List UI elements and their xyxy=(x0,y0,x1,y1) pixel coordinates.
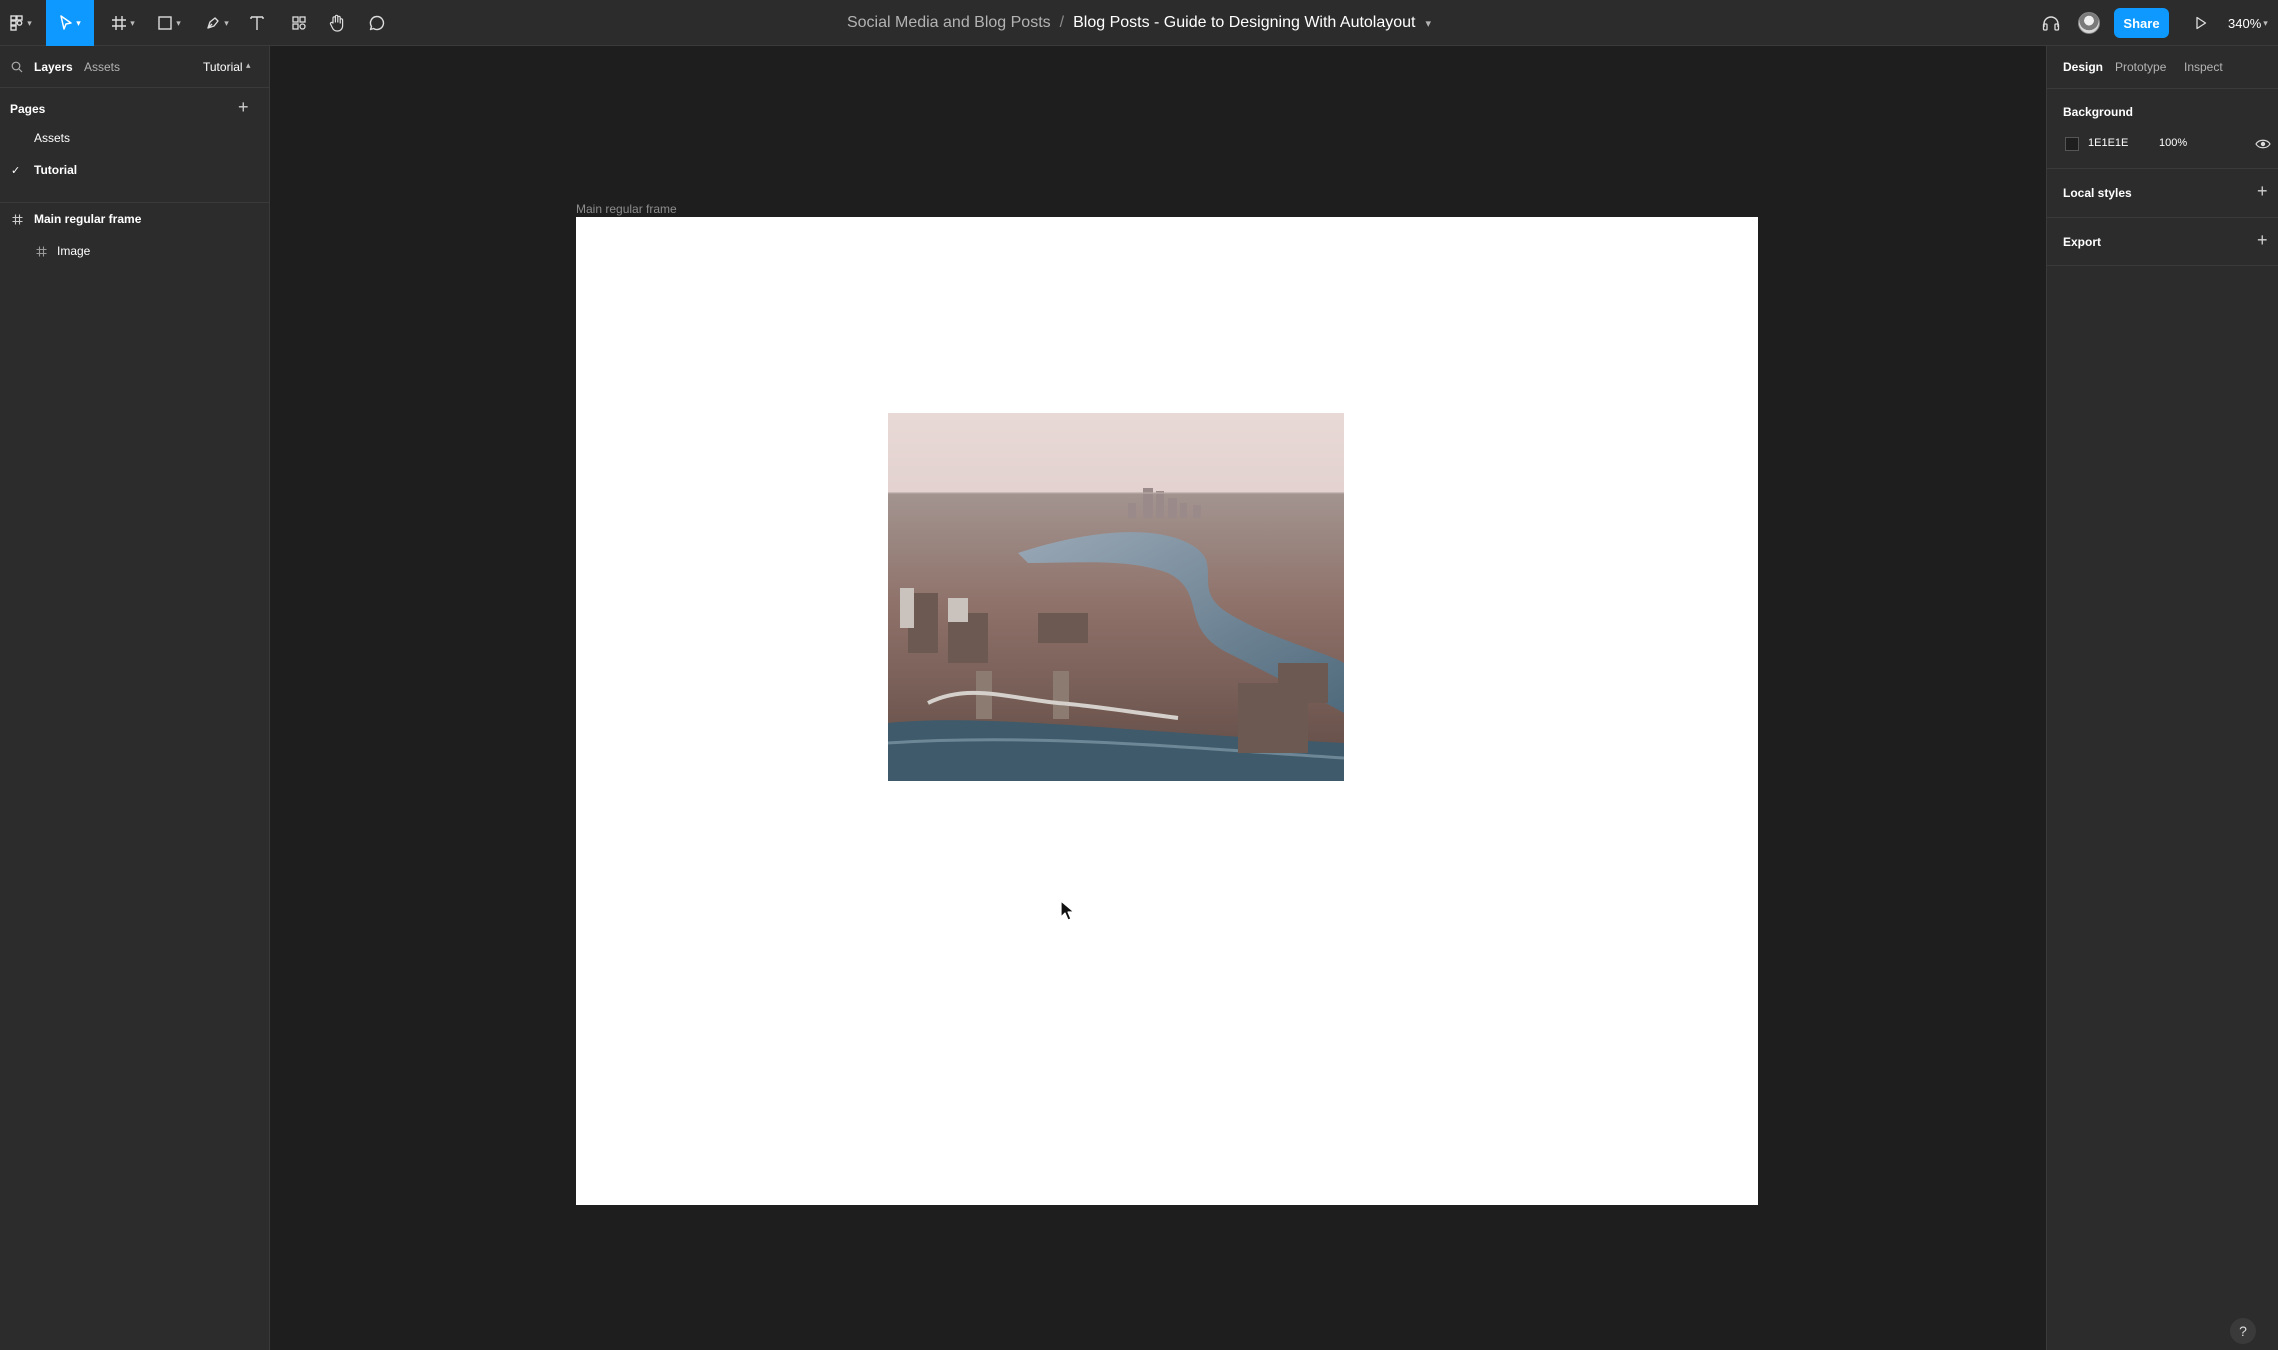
divider xyxy=(2047,217,2278,218)
page-item-tutorial[interactable]: ✓ Tutorial xyxy=(0,154,269,186)
main-menu-button[interactable]: ▾ xyxy=(4,0,38,46)
comment-tool-button[interactable] xyxy=(364,0,390,46)
image-layer[interactable] xyxy=(888,413,1344,781)
zoom-dropdown[interactable]: 340% ▾ xyxy=(2228,0,2268,46)
components-icon xyxy=(292,16,306,30)
rectangle-icon xyxy=(158,16,172,30)
divider xyxy=(2047,265,2278,266)
local-styles-heading: Local styles xyxy=(2063,186,2132,200)
move-tool-button[interactable]: ▾ xyxy=(46,0,94,46)
checkmark-icon: ✓ xyxy=(11,164,21,177)
page-item-assets[interactable]: Assets xyxy=(0,122,269,154)
frame-label[interactable]: Main regular frame xyxy=(576,202,677,216)
present-button[interactable] xyxy=(2190,0,2212,46)
figma-logo-icon xyxy=(10,15,23,31)
divider xyxy=(2047,168,2278,169)
share-button[interactable]: Share xyxy=(2114,8,2169,38)
right-sidebar: Design Prototype Inspect Background 1E1E… xyxy=(2046,46,2278,1350)
eye-icon[interactable] xyxy=(2255,138,2271,150)
cursor-arrow-icon xyxy=(60,15,72,30)
background-hex-input[interactable]: 1E1E1E xyxy=(2088,137,2128,149)
chevron-down-icon[interactable]: ▾ xyxy=(1426,17,1432,30)
hash-frame-icon xyxy=(112,16,127,30)
background-color-swatch[interactable] xyxy=(2065,137,2079,151)
shape-tool-button[interactable]: ▾ xyxy=(150,0,188,46)
file-name-title[interactable]: Blog Posts - Guide to Designing With Aut… xyxy=(1073,14,1415,32)
frame-tool-button[interactable]: ▾ xyxy=(104,0,142,46)
background-heading: Background xyxy=(2063,105,2134,119)
page-dropdown[interactable]: Tutorial xyxy=(203,60,243,74)
search-icon[interactable] xyxy=(11,61,23,73)
tab-prototype[interactable]: Prototype xyxy=(2115,60,2166,74)
audio-button[interactable] xyxy=(2038,0,2064,46)
chevron-down-icon: ▾ xyxy=(176,17,181,28)
layer-item-image[interactable]: Image xyxy=(0,235,269,267)
background-opacity-input[interactable]: 100% xyxy=(2159,137,2187,149)
hash-frame-icon xyxy=(36,246,47,256)
tab-layers[interactable]: Layers xyxy=(34,60,73,74)
pen-icon xyxy=(207,17,219,29)
hand-tool-button[interactable] xyxy=(324,0,350,46)
tab-design[interactable]: Design xyxy=(2063,60,2103,74)
add-style-icon[interactable]: + xyxy=(2257,182,2268,200)
mouse-cursor-icon xyxy=(1060,900,1075,921)
user-avatar[interactable] xyxy=(2078,12,2100,34)
chevron-down-icon: ▾ xyxy=(27,17,32,28)
tab-inspect[interactable]: Inspect xyxy=(2184,60,2223,74)
pages-heading: Pages xyxy=(10,102,46,116)
page-label: Tutorial xyxy=(34,163,78,177)
hash-frame-icon xyxy=(12,214,23,224)
aerial-city-river-photo xyxy=(888,413,1344,781)
layer-item-main-regular-frame[interactable]: Main regular frame xyxy=(0,203,269,235)
left-sidebar: Layers Assets Tutorial ▴ Pages + Assets … xyxy=(0,46,270,1350)
text-tool-button[interactable] xyxy=(244,0,270,46)
chevron-down-icon: ▾ xyxy=(224,17,229,28)
speech-bubble-icon xyxy=(369,15,385,31)
play-icon xyxy=(2196,16,2207,30)
breadcrumb-project-link[interactable]: Social Media and Blog Posts xyxy=(847,14,1051,32)
export-heading: Export xyxy=(2063,235,2102,249)
breadcrumb-separator: / xyxy=(1059,14,1065,31)
zoom-level: 340% xyxy=(2228,15,2262,31)
top-toolbar: ▾ ▾ ▾ ▾ ▾ Social Media and Blog Posts / … xyxy=(0,0,2278,46)
help-button[interactable]: ? xyxy=(2230,1318,2256,1344)
chevron-down-icon: ▾ xyxy=(130,17,135,28)
text-icon xyxy=(250,16,264,30)
layer-label: Image xyxy=(57,244,91,258)
layer-label: Main regular frame xyxy=(34,212,142,226)
add-page-icon[interactable]: + xyxy=(238,98,249,116)
add-export-icon[interactable]: + xyxy=(2257,231,2268,249)
resources-tool-button[interactable] xyxy=(286,0,312,46)
page-label: Assets xyxy=(34,131,71,145)
pen-tool-button[interactable]: ▾ xyxy=(198,0,236,46)
chevron-up-icon[interactable]: ▴ xyxy=(246,60,251,71)
left-panel-tabs: Layers Assets Tutorial ▴ xyxy=(0,46,270,88)
chevron-down-icon: ▾ xyxy=(2263,17,2268,28)
chevron-down-icon: ▾ xyxy=(76,17,81,28)
hand-icon xyxy=(329,14,344,32)
headphones-icon xyxy=(2042,16,2060,31)
divider xyxy=(2047,88,2278,89)
tab-assets[interactable]: Assets xyxy=(84,60,120,74)
